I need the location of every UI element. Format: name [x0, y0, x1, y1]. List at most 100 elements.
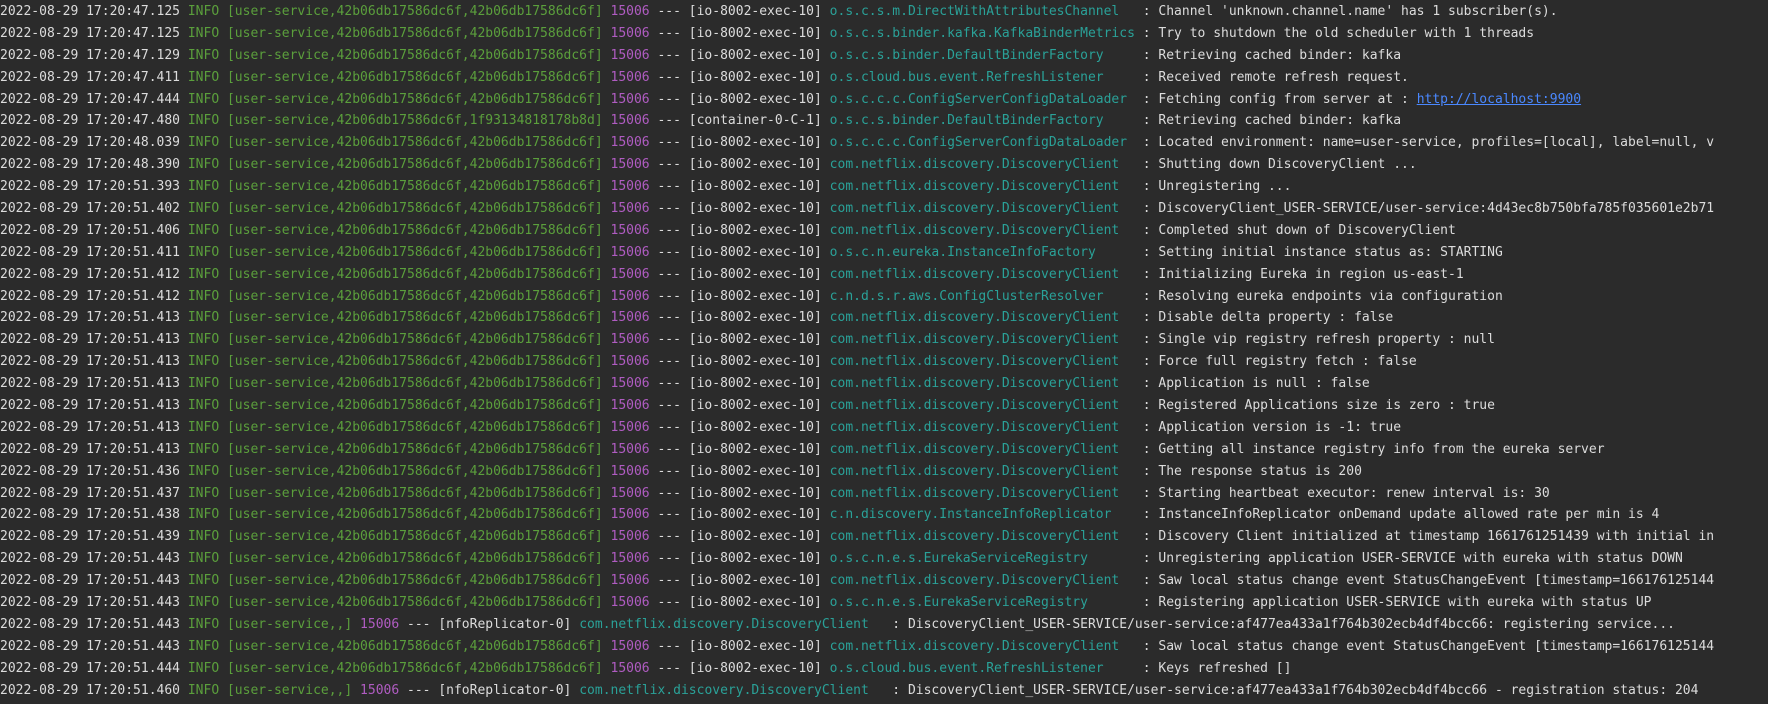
log-trace-context: [user-service,42b06db17586dc6f,42b06db17…	[226, 398, 603, 414]
log-level: INFO	[187, 529, 220, 545]
log-timestamp: 2022-08-29 17:20:51.443	[0, 551, 181, 567]
log-pid: 15006	[610, 91, 650, 107]
log-message: Keys refreshed []	[1158, 660, 1292, 676]
log-level: INFO	[187, 222, 220, 238]
log-timestamp: 2022-08-29 17:20:51.402	[0, 201, 181, 217]
log-trace-context: [user-service,42b06db17586dc6f,42b06db17…	[226, 25, 603, 41]
log-message: Registering application USER-SERVICE wit…	[1158, 595, 1652, 611]
log-thread: [io-8002-exec-10]	[688, 332, 822, 348]
log-timestamp: 2022-08-29 17:20:51.438	[0, 507, 181, 523]
log-thread: [nfoReplicator-0]	[438, 682, 572, 698]
log-separator: ---	[657, 485, 681, 501]
log-logger: com.netflix.discovery.DiscoveryClient	[829, 332, 1120, 348]
log-trace-context: [user-service,42b06db17586dc6f,42b06db17…	[226, 201, 603, 217]
log-pid: 15006	[610, 222, 650, 238]
log-line: 2022-08-29 17:20:51.413 INFO [user-servi…	[0, 417, 1768, 439]
log-pid: 15006	[610, 25, 650, 41]
log-timestamp: 2022-08-29 17:20:48.039	[0, 135, 181, 151]
log-thread: [io-8002-exec-10]	[688, 266, 822, 282]
log-thread: [container-0-C-1]	[688, 113, 822, 129]
log-trace-context: [user-service,42b06db17586dc6f,42b06db17…	[226, 69, 603, 85]
log-message: DiscoveryClient_USER-SERVICE/user-servic…	[1158, 201, 1715, 217]
log-pid: 15006	[610, 419, 650, 435]
log-trace-context: [user-service,42b06db17586dc6f,42b06db17…	[226, 222, 603, 238]
log-url-link[interactable]: http://localhost:9900	[1417, 89, 1581, 111]
log-separator: ---	[657, 660, 681, 676]
log-level: INFO	[187, 507, 220, 523]
log-logger: o.s.c.s.binder.DefaultBinderFactory	[829, 47, 1104, 63]
log-level: INFO	[187, 485, 220, 501]
log-thread: [io-8002-exec-10]	[688, 310, 822, 326]
log-thread: [io-8002-exec-10]	[688, 441, 822, 457]
log-separator: ---	[657, 310, 681, 326]
log-message: DiscoveryClient_USER-SERVICE/user-servic…	[907, 682, 1699, 698]
log-message: Channel 'unknown.channel.name' has 1 sub…	[1158, 4, 1558, 19]
log-timestamp: 2022-08-29 17:20:51.406	[0, 222, 181, 238]
log-logger: c.n.discovery.InstanceInfoReplicator	[829, 507, 1112, 523]
log-thread: [io-8002-exec-10]	[688, 288, 822, 304]
log-trace-context: [user-service,42b06db17586dc6f,42b06db17…	[226, 573, 603, 589]
log-thread: [io-8002-exec-10]	[688, 47, 822, 63]
log-thread: [io-8002-exec-10]	[688, 179, 822, 195]
log-pid: 15006	[610, 201, 650, 217]
log-trace-context: [user-service,,]	[226, 616, 353, 632]
log-trace-context: [user-service,42b06db17586dc6f,42b06db17…	[226, 507, 603, 523]
log-timestamp: 2022-08-29 17:20:47.129	[0, 47, 181, 63]
log-message: Application version is -1: true	[1158, 419, 1402, 435]
log-separator: ---	[657, 332, 681, 348]
log-thread: [io-8002-exec-10]	[688, 376, 822, 392]
log-separator: ---	[657, 113, 681, 129]
log-logger: com.netflix.discovery.DiscoveryClient	[829, 398, 1120, 414]
log-message: Fetching config from server at :	[1158, 91, 1417, 107]
log-thread: [io-8002-exec-10]	[688, 660, 822, 676]
log-trace-context: [user-service,42b06db17586dc6f,42b06db17…	[226, 529, 603, 545]
log-trace-context: [user-service,42b06db17586dc6f,42b06db17…	[226, 551, 603, 567]
log-message: Force full registry fetch : false	[1158, 354, 1417, 370]
log-message: Saw local status change event StatusChan…	[1158, 573, 1715, 589]
log-pid: 15006	[610, 507, 650, 523]
log-line: 2022-08-29 17:20:48.039 INFO [user-servi…	[0, 132, 1768, 154]
log-timestamp: 2022-08-29 17:20:51.413	[0, 354, 181, 370]
log-thread: [io-8002-exec-10]	[688, 398, 822, 414]
log-separator: ---	[657, 135, 681, 151]
log-separator: ---	[657, 573, 681, 589]
log-trace-context: [user-service,42b06db17586dc6f,42b06db17…	[226, 485, 603, 501]
log-timestamp: 2022-08-29 17:20:51.443	[0, 616, 181, 632]
log-pid: 15006	[610, 266, 650, 282]
log-thread: [io-8002-exec-10]	[688, 463, 822, 479]
log-trace-context: [user-service,42b06db17586dc6f,42b06db17…	[226, 660, 603, 676]
log-level: INFO	[187, 354, 220, 370]
log-line: 2022-08-29 17:20:47.411 INFO [user-servi…	[0, 67, 1768, 89]
log-trace-context: [user-service,42b06db17586dc6f,42b06db17…	[226, 354, 603, 370]
log-logger: com.netflix.discovery.DiscoveryClient	[829, 441, 1120, 457]
log-line: 2022-08-29 17:20:51.437 INFO [user-servi…	[0, 483, 1768, 505]
log-logger: com.netflix.discovery.DiscoveryClient	[579, 616, 869, 632]
log-level: INFO	[187, 551, 220, 567]
log-separator: ---	[407, 616, 431, 632]
log-thread: [nfoReplicator-0]	[438, 616, 572, 632]
log-pid: 15006	[610, 638, 650, 654]
log-line: 2022-08-29 17:20:51.443 INFO [user-servi…	[0, 614, 1768, 636]
log-line: 2022-08-29 17:20:51.411 INFO [user-servi…	[0, 242, 1768, 264]
log-level: INFO	[187, 595, 220, 611]
log-logger: o.s.c.n.e.s.EurekaServiceRegistry	[829, 595, 1088, 611]
log-level: INFO	[187, 376, 220, 392]
log-thread: [io-8002-exec-10]	[688, 551, 822, 567]
log-separator: ---	[657, 595, 681, 611]
log-separator: ---	[657, 69, 681, 85]
log-separator: ---	[657, 4, 681, 19]
log-line: 2022-08-29 17:20:47.125 INFO [user-servi…	[0, 1, 1768, 23]
log-pid: 15006	[610, 529, 650, 545]
log-line: 2022-08-29 17:20:51.413 INFO [user-servi…	[0, 439, 1768, 461]
log-separator: ---	[657, 463, 681, 479]
log-message: Starting heartbeat executor: renew inter…	[1158, 485, 1550, 501]
log-separator: ---	[407, 682, 431, 698]
log-message: Completed shut down of DiscoveryClient	[1158, 222, 1456, 238]
log-separator: ---	[657, 47, 681, 63]
log-line: 2022-08-29 17:20:51.439 INFO [user-servi…	[0, 526, 1768, 548]
log-message: Try to shutdown the old scheduler with 1…	[1158, 25, 1535, 41]
log-separator: ---	[657, 529, 681, 545]
log-console[interactable]: 2022-08-29 17:20:47.125 INFO [user-servi…	[0, 0, 1768, 704]
log-message: InstanceInfoReplicator onDemand update a…	[1158, 507, 1660, 523]
log-timestamp: 2022-08-29 17:20:47.411	[0, 69, 181, 85]
